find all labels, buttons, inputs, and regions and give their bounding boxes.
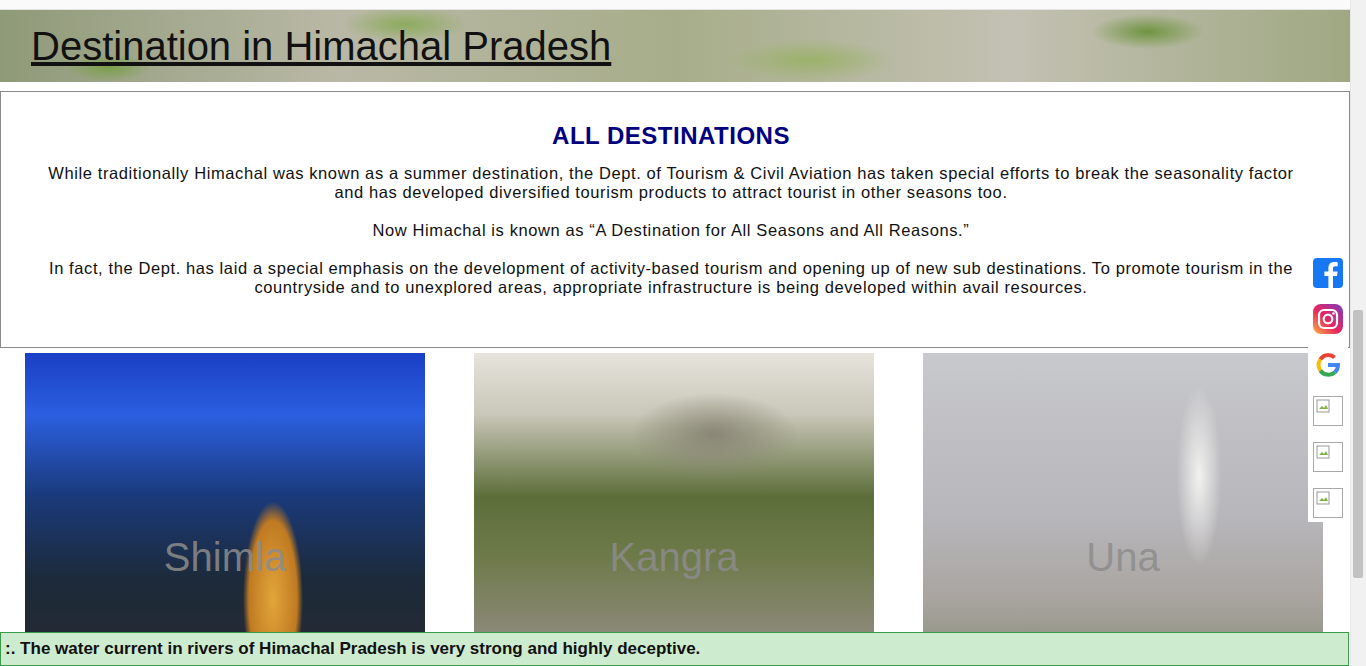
social-link[interactable] <box>1311 256 1345 290</box>
scrollbar-thumb[interactable] <box>1353 310 1363 578</box>
destination-card[interactable]: Kangra <box>474 353 874 666</box>
intro-paragraph: In fact, the Dept. has laid a special em… <box>41 259 1301 297</box>
destination-name[interactable]: Una <box>923 533 1323 581</box>
banner: Destination in Himachal Pradesh <box>0 10 1350 82</box>
broken-image-icon[interactable] <box>1313 442 1343 472</box>
intro-paragraph: Now Himachal is known as “A Destination … <box>41 221 1301 240</box>
broken-image-icon <box>1316 491 1332 507</box>
broken-image-icon[interactable] <box>1313 488 1343 518</box>
notice-ticker: :. The water current in rivers of Himach… <box>0 632 1349 666</box>
destination-name[interactable]: Shimla <box>25 533 425 581</box>
social-link[interactable] <box>1311 394 1345 428</box>
intro-heading: ALL DESTINATIONS <box>41 122 1301 150</box>
intro-box: ALL DESTINATIONS While traditionally Hima… <box>0 91 1350 348</box>
destination-grid: Shimla Kangra Una <box>0 353 1350 666</box>
page: Destination in Himachal Pradesh ALL DESTI… <box>0 0 1366 666</box>
social-link[interactable] <box>1311 348 1345 382</box>
page-title: Destination in Himachal Pradesh <box>31 24 611 68</box>
google-icon[interactable] <box>1312 349 1344 381</box>
social-link[interactable] <box>1311 486 1345 520</box>
content: Destination in Himachal Pradesh ALL DESTI… <box>0 0 1350 666</box>
broken-image-icon[interactable] <box>1313 396 1343 426</box>
destination-card[interactable]: Shimla <box>25 353 425 666</box>
facebook-icon[interactable] <box>1312 257 1344 289</box>
social-link[interactable] <box>1311 440 1345 474</box>
social-link[interactable] <box>1311 302 1345 336</box>
ticker-text: :. The water current in rivers of Himach… <box>5 639 700 659</box>
destination-name[interactable]: Kangra <box>474 533 874 581</box>
top-strip <box>0 0 1350 10</box>
destination-card[interactable]: Una <box>923 353 1323 666</box>
broken-image-icon <box>1316 399 1332 415</box>
broken-image-icon <box>1316 445 1332 461</box>
scrollbar[interactable] <box>1350 0 1366 666</box>
instagram-icon[interactable] <box>1312 303 1344 335</box>
social-bar <box>1308 254 1348 522</box>
intro-paragraph: While traditionally Himachal was known a… <box>41 164 1301 202</box>
